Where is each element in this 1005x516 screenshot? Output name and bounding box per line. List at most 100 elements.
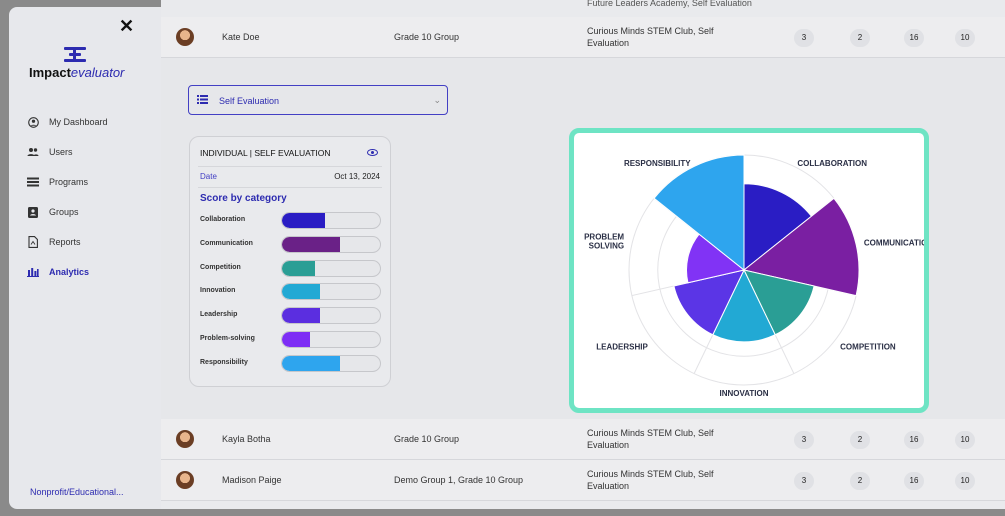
score-title: Score by category bbox=[200, 193, 287, 204]
category-bar-row: Responsibility bbox=[200, 354, 382, 378]
organization-name[interactable]: Nonprofit/Educational... bbox=[30, 487, 124, 497]
list-icon bbox=[197, 95, 208, 107]
date-value: Oct 13, 2024 bbox=[334, 172, 380, 181]
count-badge: 3 bbox=[794, 431, 814, 449]
logo-text: Impactevaluator bbox=[29, 65, 125, 80]
category-bar-fill bbox=[282, 260, 316, 276]
chart-category-label: PROBLEM SOLVING bbox=[584, 233, 624, 251]
chevron-down-icon: ⌄ bbox=[433, 95, 441, 105]
previous-row-programs: Future Leaders Academy, Self Evaluation bbox=[587, 0, 752, 8]
chart-category-label: INNOVATION bbox=[719, 389, 768, 398]
count-badge: 10 bbox=[955, 472, 975, 490]
table-row[interactable]: Kayla Botha Grade 10 Group Curious Minds… bbox=[161, 419, 1005, 460]
sidebar-item-users[interactable]: Users bbox=[27, 137, 161, 167]
category-bar-fill bbox=[282, 213, 326, 228]
category-bar-track bbox=[281, 354, 381, 372]
row-group: Grade 10 Group bbox=[394, 32, 460, 42]
chart-category-label: COLLABORATION bbox=[797, 159, 867, 168]
category-bar-row: Problem-solving bbox=[200, 330, 382, 354]
card-title: INDIVIDUAL | SELF EVALUATION bbox=[200, 148, 331, 158]
category-bar-fill bbox=[282, 236, 340, 252]
avatar bbox=[176, 471, 194, 489]
polar-area-chart: COLLABORATION COMMUNICATION COMPETITION INN… bbox=[569, 128, 929, 413]
sidebar-nav: My Dashboard Users Programs Groups Repor… bbox=[27, 107, 161, 287]
category-bar-row: Leadership bbox=[200, 306, 382, 330]
evaluation-select-value: Self Evaluation bbox=[219, 96, 280, 106]
sidebar-item-label: Groups bbox=[49, 207, 79, 217]
count-badge: 10 bbox=[955, 431, 975, 449]
sidebar-item-label: Analytics bbox=[49, 267, 90, 277]
category-bar-row: Collaboration bbox=[200, 211, 382, 235]
row-name: Madison Paige bbox=[222, 475, 282, 485]
category-bar-fill bbox=[282, 331, 311, 347]
row-name: Kate Doe bbox=[222, 32, 260, 42]
count-badge: 2 bbox=[850, 431, 870, 449]
chart-category-label: COMPETITION bbox=[840, 343, 896, 352]
count-badge: 3 bbox=[794, 29, 814, 47]
avatar bbox=[176, 28, 194, 46]
sidebar-item-groups[interactable]: Groups bbox=[27, 197, 161, 227]
sidebar-item-analytics[interactable]: Analytics bbox=[27, 257, 161, 287]
analytics-icon bbox=[27, 266, 39, 278]
count-badge: 16 bbox=[904, 431, 924, 449]
chart-category-label: LEADERSHIP bbox=[596, 343, 648, 352]
row-name: Kayla Botha bbox=[222, 434, 271, 444]
category-bar-track bbox=[281, 212, 381, 229]
category-label: Problem-solving bbox=[200, 334, 255, 342]
sidebar-item-label: Reports bbox=[49, 237, 81, 247]
category-bar-track bbox=[281, 307, 381, 325]
main-content: Future Leaders Academy, Self Evaluation … bbox=[161, 0, 1005, 509]
users-icon bbox=[27, 146, 39, 158]
category-label: Responsibility bbox=[200, 358, 248, 366]
category-bar-fill bbox=[282, 355, 340, 371]
sidebar: ✕ Impactevaluator My Dashboard Users Pro… bbox=[9, 7, 161, 509]
sidebar-item-label: Users bbox=[49, 147, 73, 157]
count-badge: 2 bbox=[850, 472, 870, 490]
report-icon bbox=[27, 236, 39, 248]
close-icon[interactable]: ✕ bbox=[119, 16, 134, 37]
count-badge: 3 bbox=[794, 472, 814, 490]
row-group: Demo Group 1, Grade 10 Group bbox=[394, 475, 524, 485]
eye-icon[interactable] bbox=[367, 149, 378, 156]
list-icon bbox=[27, 176, 39, 188]
category-bars: Collaboration Communication Competition Inn… bbox=[200, 211, 382, 378]
category-bar-row: Communication bbox=[200, 235, 382, 259]
chart-category-label: COMMUNICATION bbox=[864, 239, 924, 248]
category-bar-fill bbox=[282, 308, 321, 324]
category-bar-row: Competition bbox=[200, 259, 382, 283]
count-badge: 16 bbox=[904, 29, 924, 47]
category-label: Collaboration bbox=[200, 216, 246, 223]
category-bar-track bbox=[281, 235, 381, 253]
row-programs: Curious Minds STEM Club, Self Evaluation bbox=[587, 428, 714, 450]
table-row[interactable]: Madison Paige Demo Group 1, Grade 10 Gro… bbox=[161, 460, 1005, 501]
chart-category-label: RESPONSIBILITY bbox=[624, 159, 691, 168]
divider bbox=[198, 187, 382, 188]
logo-icon bbox=[64, 47, 86, 63]
avatar bbox=[176, 430, 194, 448]
category-bar-track bbox=[281, 259, 381, 277]
sidebar-item-label: My Dashboard bbox=[49, 117, 108, 127]
sidebar-item-label: Programs bbox=[49, 177, 89, 187]
table-row[interactable]: Kate Doe Grade 10 Group Curious Minds ST… bbox=[161, 17, 1005, 58]
evaluation-panel: Self Evaluation ⌄ INDIVIDUAL | SELF EVAL… bbox=[161, 58, 1005, 419]
evaluation-select[interactable]: Self Evaluation ⌄ bbox=[188, 85, 448, 115]
score-card: INDIVIDUAL | SELF EVALUATION Date Oct 13… bbox=[189, 136, 391, 387]
count-badge: 16 bbox=[904, 472, 924, 490]
category-label: Communication bbox=[200, 239, 253, 247]
user-circle-icon bbox=[27, 116, 39, 128]
group-icon bbox=[27, 206, 39, 218]
chart-svg: COLLABORATION COMMUNICATION COMPETITION INN… bbox=[584, 154, 924, 398]
category-bar-fill bbox=[282, 284, 321, 300]
count-badge: 2 bbox=[850, 29, 870, 47]
category-label: Innovation bbox=[200, 287, 236, 295]
count-badge: 10 bbox=[955, 29, 975, 47]
row-group: Grade 10 Group bbox=[394, 434, 460, 444]
date-label: Date bbox=[200, 172, 217, 181]
row-programs: Curious Minds STEM Club, Self Evaluation bbox=[587, 26, 714, 48]
sidebar-item-programs[interactable]: Programs bbox=[27, 167, 161, 197]
category-bar-track bbox=[281, 330, 381, 348]
category-bar-row: Innovation bbox=[200, 282, 382, 306]
sidebar-item-my-dashboard[interactable]: My Dashboard bbox=[27, 107, 161, 137]
sidebar-item-reports[interactable]: Reports bbox=[27, 227, 161, 257]
category-label: Leadership bbox=[200, 311, 238, 319]
